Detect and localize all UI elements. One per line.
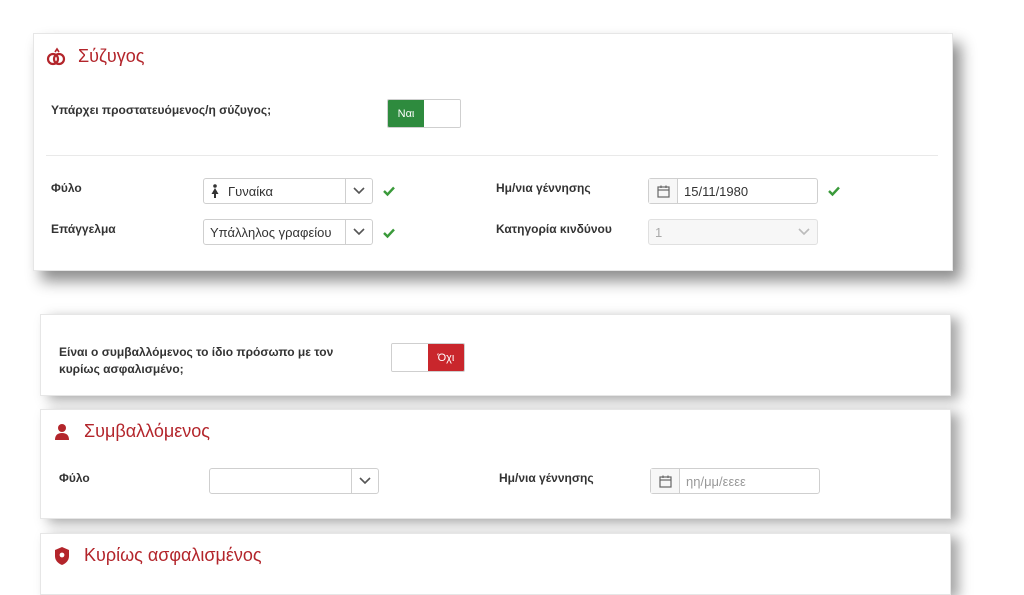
toggle-knob <box>392 344 427 371</box>
spouse-dob-field[interactable] <box>648 178 818 204</box>
spouse-panel: Σύζυγος Υπάρχει προστατευόμενος/η σύζυγο… <box>33 33 953 271</box>
user-icon <box>52 422 72 442</box>
shield-icon <box>52 546 72 566</box>
same-person-label: Είναι ο συμβαλλόμενος το ίδιο πρόσωπο με… <box>59 345 334 376</box>
contracting-dob-field[interactable] <box>650 468 820 494</box>
chevron-down-icon[interactable] <box>351 469 378 493</box>
same-person-toggle[interactable]: Όχι <box>391 343 465 372</box>
spouse-dob-input[interactable] <box>678 182 806 200</box>
has-spouse-toggle[interactable]: Ναι <box>387 99 461 128</box>
toggle-no-label: Όχι <box>428 344 464 371</box>
insured-section-title: Κυρίως ασφαλισμένος <box>52 545 262 566</box>
insured-title-text: Κυρίως ασφαλισμένος <box>84 545 262 565</box>
calendar-icon[interactable] <box>649 179 678 203</box>
calendar-icon[interactable] <box>651 469 680 493</box>
contracting-gender-select[interactable] <box>209 468 379 494</box>
toggle-yes-label: Ναι <box>388 100 424 127</box>
contracting-dob-input[interactable] <box>680 472 808 490</box>
contracting-gender-label: Φύλο <box>59 471 90 485</box>
contracting-title-text: Συμβαλλόμενος <box>84 421 210 441</box>
spouse-section-title: Σύζυγος <box>46 46 144 67</box>
divider <box>46 155 938 156</box>
spouse-gender-value: Γυναίκα <box>228 183 274 199</box>
spouse-risk-value: 1 <box>655 224 663 240</box>
spouse-title-text: Σύζυγος <box>78 46 145 66</box>
spouse-risk-label: Κατηγορία κινδύνου <box>496 222 612 236</box>
spouse-gender-label: Φύλο <box>51 181 82 195</box>
rings-icon <box>46 47 66 67</box>
toggle-knob <box>425 100 460 127</box>
spouse-risk-select: 1 <box>648 219 818 245</box>
chevron-down-icon[interactable] <box>345 220 372 244</box>
has-spouse-label: Υπάρχει προστατευόμενος/η σύζυγος; <box>51 103 272 117</box>
check-icon <box>828 186 840 197</box>
chevron-down-icon[interactable] <box>345 179 372 203</box>
check-icon <box>383 228 395 239</box>
spouse-occupation-value: Υπάλληλος γραφείου <box>210 224 332 240</box>
contracting-section-title: Συμβαλλόμενος <box>52 421 210 442</box>
spouse-occupation-select[interactable]: Υπάλληλος γραφείου <box>203 219 373 245</box>
contracting-dob-label: Ημ/νια γέννησης <box>499 471 594 485</box>
insured-panel: Κυρίως ασφαλισμένος <box>40 533 951 595</box>
chevron-down-icon <box>791 220 817 244</box>
check-icon <box>383 186 395 197</box>
spouse-dob-label: Ημ/νια γέννησης <box>496 181 591 195</box>
female-icon <box>210 184 220 198</box>
same-person-panel: Είναι ο συμβαλλόμενος το ίδιο πρόσωπο με… <box>40 314 951 396</box>
spouse-gender-select[interactable]: Γυναίκα <box>203 178 373 204</box>
spouse-occupation-label: Επάγγελμα <box>51 222 116 236</box>
contracting-panel: Συμβαλλόμενος Φύλο Ημ/νια γέννησης <box>40 409 951 519</box>
